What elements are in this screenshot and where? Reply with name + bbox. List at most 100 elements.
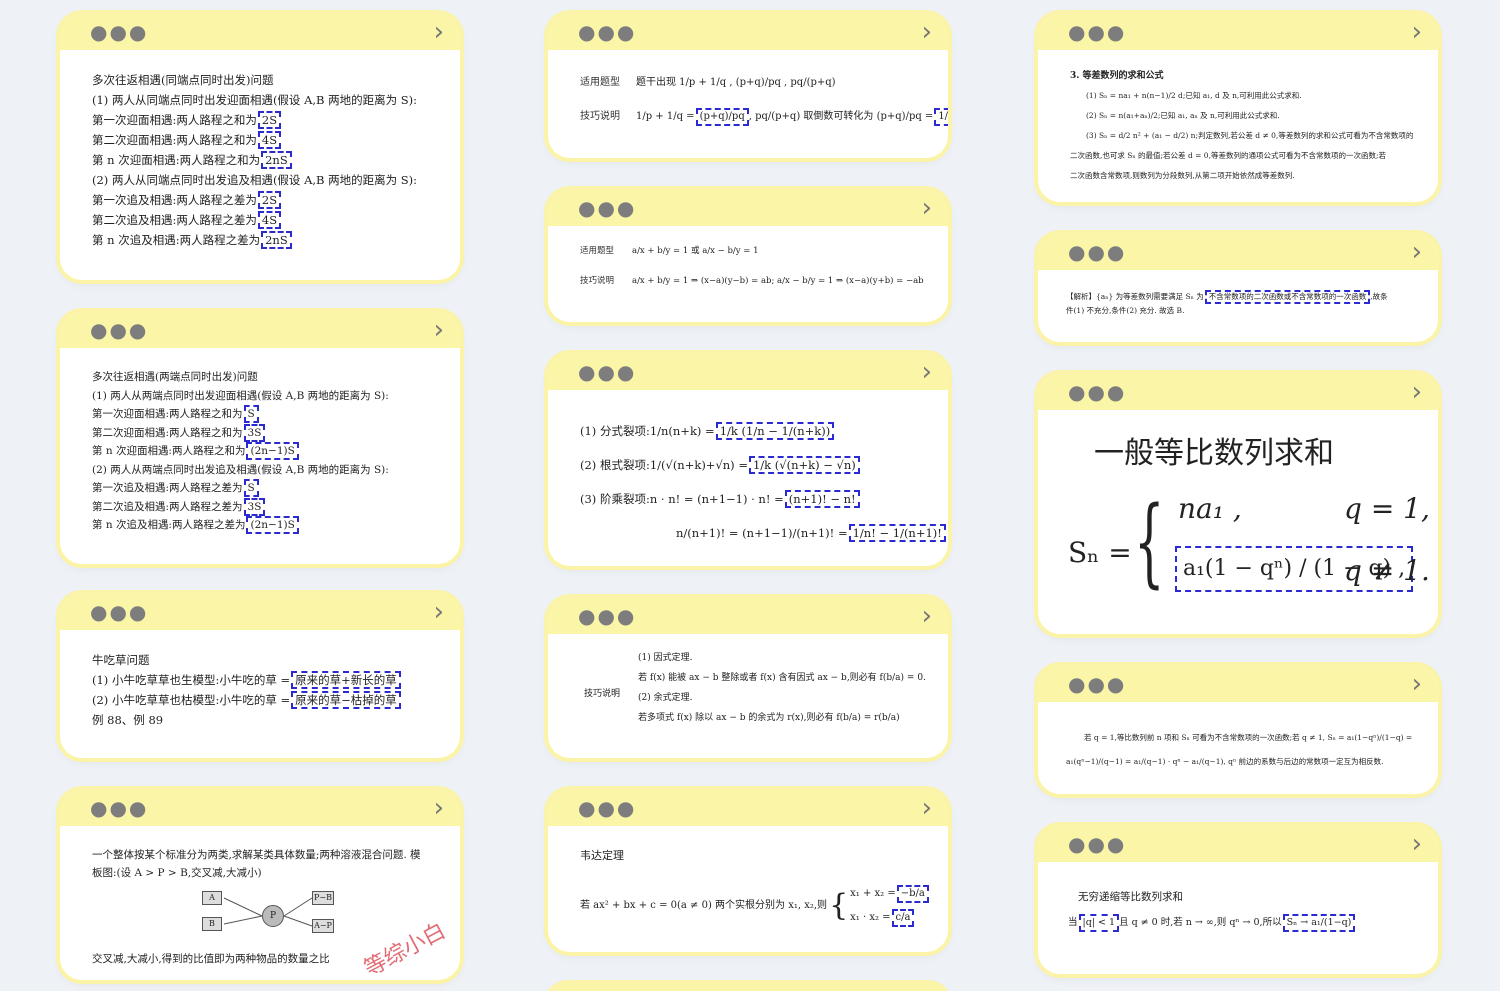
card-arith-sum[interactable]: ●●● › 3. 等差数列的求和公式 (1) Sₙ = na₁ + n(n−1)… — [1038, 14, 1438, 202]
card-heading: 牛吃草问题 — [92, 653, 150, 667]
answer-box: (2n−1)S — [246, 442, 299, 460]
text-line: x₁ + x₂ = −b/a — [850, 882, 929, 906]
chevron-right-icon[interactable]: › — [434, 317, 444, 343]
chevron-right-icon[interactable]: › — [434, 19, 444, 45]
answer-box: 1/k (1/n − 1/(n+k)) — [715, 422, 835, 440]
card-content: (1) 分式裂项:1/n(n+k) = 1/k (1/n − 1/(n+k)) (… — [548, 390, 948, 560]
text-line: 件(1) 不充分,条件(2) 充分. 故选 B. — [1066, 306, 1185, 315]
text-line: (2) 两人从同端点同时出发追及相遇(假设 A,B 两地的距离为 S): — [92, 173, 418, 187]
card-content: 牛吃草问题 (1) 小牛吃草草也生模型:小牛吃的草 = 原来的草+新长的草 (2)… — [60, 630, 460, 740]
card-titlebar: ●●● › — [60, 790, 460, 826]
brace-icon: { — [829, 888, 849, 923]
card-titlebar: ●●● › — [1038, 14, 1438, 50]
chevron-right-icon[interactable]: › — [1412, 239, 1422, 265]
card-infinite-geometric[interactable]: ●●● › 无穷递缩等比数列求和 当 |q| < 1且 q ≠ 0 时,若 n →… — [1038, 826, 1438, 974]
row-label: 技巧说明 — [584, 689, 621, 699]
answer-box: 4S — [257, 211, 282, 229]
row-label: 适用题型 — [580, 246, 615, 256]
row-label: 技巧说明 — [580, 111, 620, 122]
window-dots-icon: ●●● — [90, 20, 149, 44]
window-dots-icon: ●●● — [90, 600, 149, 624]
card-titlebar: ●●● › — [1038, 234, 1438, 270]
case-2-condition: q ≠ 1. — [1344, 554, 1430, 587]
text-line: 二次函数,也可求 Sₙ 的最值;若公差 d = 0,等差数列的通项公式可看为不含… — [1070, 151, 1386, 160]
text-line: a₁(qⁿ−1)/(q−1) = a₁/(q−1) · qⁿ − a₁/(q−1… — [1066, 757, 1384, 766]
answer-box: 3S — [243, 497, 266, 516]
answer-box: (p+q)/pq — [695, 108, 749, 126]
chevron-right-icon[interactable]: › — [1412, 671, 1422, 697]
node-a-minus-p: A−P — [312, 919, 334, 933]
card-content: 技巧说明 (1) 因式定理. 若 f(x) 能被 ax − b 整除或者 f(x… — [548, 634, 948, 738]
card-geometric-note[interactable]: ●●● › 若 q = 1,等比数列前 n 项和 Sₙ 可看为不含常数项的一次函… — [1038, 666, 1438, 794]
text-line: (1) 两人从同端点同时出发迎面相遇(假设 A,B 两地的距离为 S): — [92, 93, 418, 107]
card-titlebar: ●●● › — [60, 312, 460, 348]
chevron-right-icon[interactable]: › — [922, 359, 932, 385]
card-titlebar: ●●● › — [548, 598, 948, 634]
card-content: 【解析】{aₙ} 为等差数列需要满足 Sₙ 为不含常数项的二次函数或不含常数项的… — [1038, 270, 1438, 328]
card-titlebar: ●●● › — [1038, 666, 1438, 702]
card-content: 多次往返相遇(同端点同时出发)问题 (1) 两人从同端点同时出发迎面相遇(假设 … — [60, 50, 460, 260]
chevron-right-icon[interactable]: › — [1412, 379, 1422, 405]
card-vieta[interactable]: ●●● › 韦达定理 若 ax² + bx + c = 0(a ≠ 0) 两个实… — [548, 790, 948, 952]
text-line: 第二次迎面相遇:两人路程之和为 4S — [92, 130, 430, 150]
card-content: 3. 等差数列的求和公式 (1) Sₙ = na₁ + n(n−1)/2 d;已… — [1038, 50, 1438, 196]
card-next-partial[interactable] — [548, 984, 948, 991]
text-line: (2) 两人从两端点同时出发追及相遇(假设 A,B 两地的距离为 S): — [92, 463, 389, 476]
geometric-formula: Sₙ = { na₁ , q = 1, a₁(1 − qⁿ) / (1 − q)… — [1068, 490, 1438, 630]
chevron-right-icon[interactable]: › — [922, 795, 932, 821]
chevron-right-icon[interactable]: › — [1412, 19, 1422, 45]
card-content: 适用题型 题干出现 1/p + 1/q , (p+q)/pq , pq/(p+q)… — [548, 50, 948, 144]
text-line: 第二次追及相遇:两人路程之差为 3S — [92, 497, 430, 517]
answer-box: c/a — [891, 909, 915, 927]
answer-box: 原来的草−枯掉的草 — [291, 691, 401, 709]
card-cow-grass[interactable]: ●●● › 牛吃草问题 (1) 小牛吃草草也生模型:小牛吃的草 = 原来的草+新长… — [60, 594, 460, 758]
window-dots-icon: ●●● — [1068, 832, 1127, 856]
chevron-right-icon[interactable]: › — [922, 195, 932, 221]
card-heading: 一般等比数列求和 — [1094, 436, 1334, 471]
answer-box: (2n−1)S — [246, 516, 299, 534]
text-line: (3) 阶乘裂项:n · n! = (n+1−1) · n! = (n+1)! −… — [580, 482, 918, 516]
card-factor-theorem[interactable]: ●●● › 技巧说明 (1) 因式定理. 若 f(x) 能被 ax − b 整除… — [548, 598, 948, 758]
text-line: 板图:(设 A > P > B,交叉减,大减小) — [92, 867, 262, 879]
text-line: (2) 根式裂项:1/(√(n+k)+√n) = 1/k (√(n+k) − √n… — [580, 448, 918, 482]
card-geometric-sum[interactable]: ●●● › 一般等比数列求和 Sₙ = { na₁ , q = 1, a₁(1 … — [1038, 374, 1438, 634]
card-cross-method[interactable]: ●●● › 一个整体按某个标准分为两类,求解某类具体数量;两种溶液混合问题. 模… — [60, 790, 460, 980]
text-line: (1) 分式裂项:1/n(n+k) = 1/k (1/n − 1/(n+k)) — [580, 414, 918, 448]
card-factoring-trick[interactable]: ●●● › 适用题型 a/x + b/y = 1 或 a/x − b/y = 1 … — [548, 190, 948, 322]
chevron-right-icon[interactable]: › — [434, 795, 444, 821]
text-line: 【解析】{aₙ} 为等差数列需要满足 Sₙ 为不含常数项的二次函数或不含常数项的… — [1066, 290, 1408, 304]
text-line: 第 n 次追及相遇:两人路程之差为 2nS — [92, 230, 430, 250]
text-line: 第一次追及相遇:两人路程之差为 S — [92, 479, 430, 498]
text-line: (1) Sₙ = na₁ + n(n−1)/2 d;已知 a₁, d 及 n,可… — [1086, 91, 1302, 100]
text-line: 第二次迎面相遇:两人路程之和为 3S — [92, 423, 430, 443]
node-a: A — [202, 891, 222, 905]
text-line: 第一次迎面相遇:两人路程之和为 S — [92, 405, 430, 424]
chevron-right-icon[interactable]: › — [922, 603, 932, 629]
card-analysis[interactable]: ●●● › 【解析】{aₙ} 为等差数列需要满足 Sₙ 为不含常数项的二次函数或… — [1038, 234, 1438, 342]
text-line: x₁ · x₂ = c/a — [850, 906, 929, 930]
card-heading: 多次往返相遇(两端点同时出发)问题 — [92, 371, 258, 383]
answer-box: Sₙ → a₁/(1−q) — [1282, 914, 1356, 932]
answer-box: S — [243, 405, 259, 423]
case-1-condition: q = 1, — [1344, 492, 1430, 525]
card-heading: 多次往返相遇(同端点同时出发)问题 — [92, 73, 274, 87]
card-titlebar: ●●● › — [548, 14, 948, 50]
card-round-trip-same-end[interactable]: ●●● › 多次往返相遇(同端点同时出发)问题 (1) 两人从同端点同时出发迎面… — [60, 14, 460, 280]
answer-box: 1/n! − 1/(n+1)! — [848, 524, 946, 542]
chevron-right-icon[interactable]: › — [434, 599, 444, 625]
text-line: 若多项式 f(x) 除以 ax − b 的余式为 r(x),则必有 f(b/a)… — [638, 713, 900, 723]
card-round-trip-two-ends[interactable]: ●●● › 多次往返相遇(两端点同时出发)问题 (1) 两人从两端点同时出发迎面… — [60, 312, 460, 564]
window-dots-icon: ●●● — [578, 360, 637, 384]
case-1-value: na₁ , — [1178, 492, 1242, 525]
text-line: 若 f(x) 能被 ax − b 整除或者 f(x) 含有因式 ax − b,则… — [638, 673, 926, 683]
window-dots-icon: ●●● — [1068, 672, 1127, 696]
chevron-right-icon[interactable]: › — [922, 19, 932, 45]
text-line: 若 ax² + bx + c = 0(a ≠ 0) 两个实根分别为 x₁, x₂… — [580, 900, 828, 911]
card-split-terms[interactable]: ●●● › (1) 分式裂项:1/n(n+k) = 1/k (1/n − 1/(n… — [548, 354, 948, 566]
node-p: P — [262, 905, 284, 927]
answer-box: 2S — [257, 111, 282, 129]
card-reciprocal-trick[interactable]: ●●● › 适用题型 题干出现 1/p + 1/q , (p+q)/pq , pq… — [548, 14, 948, 158]
chevron-right-icon[interactable]: › — [1412, 831, 1422, 857]
text-line: 若 q = 1,等比数列前 n 项和 Sₙ 可看为不含常数项的一次函数;若 q … — [1084, 733, 1413, 742]
card-heading: 无穷递缩等比数列求和 — [1078, 891, 1183, 903]
